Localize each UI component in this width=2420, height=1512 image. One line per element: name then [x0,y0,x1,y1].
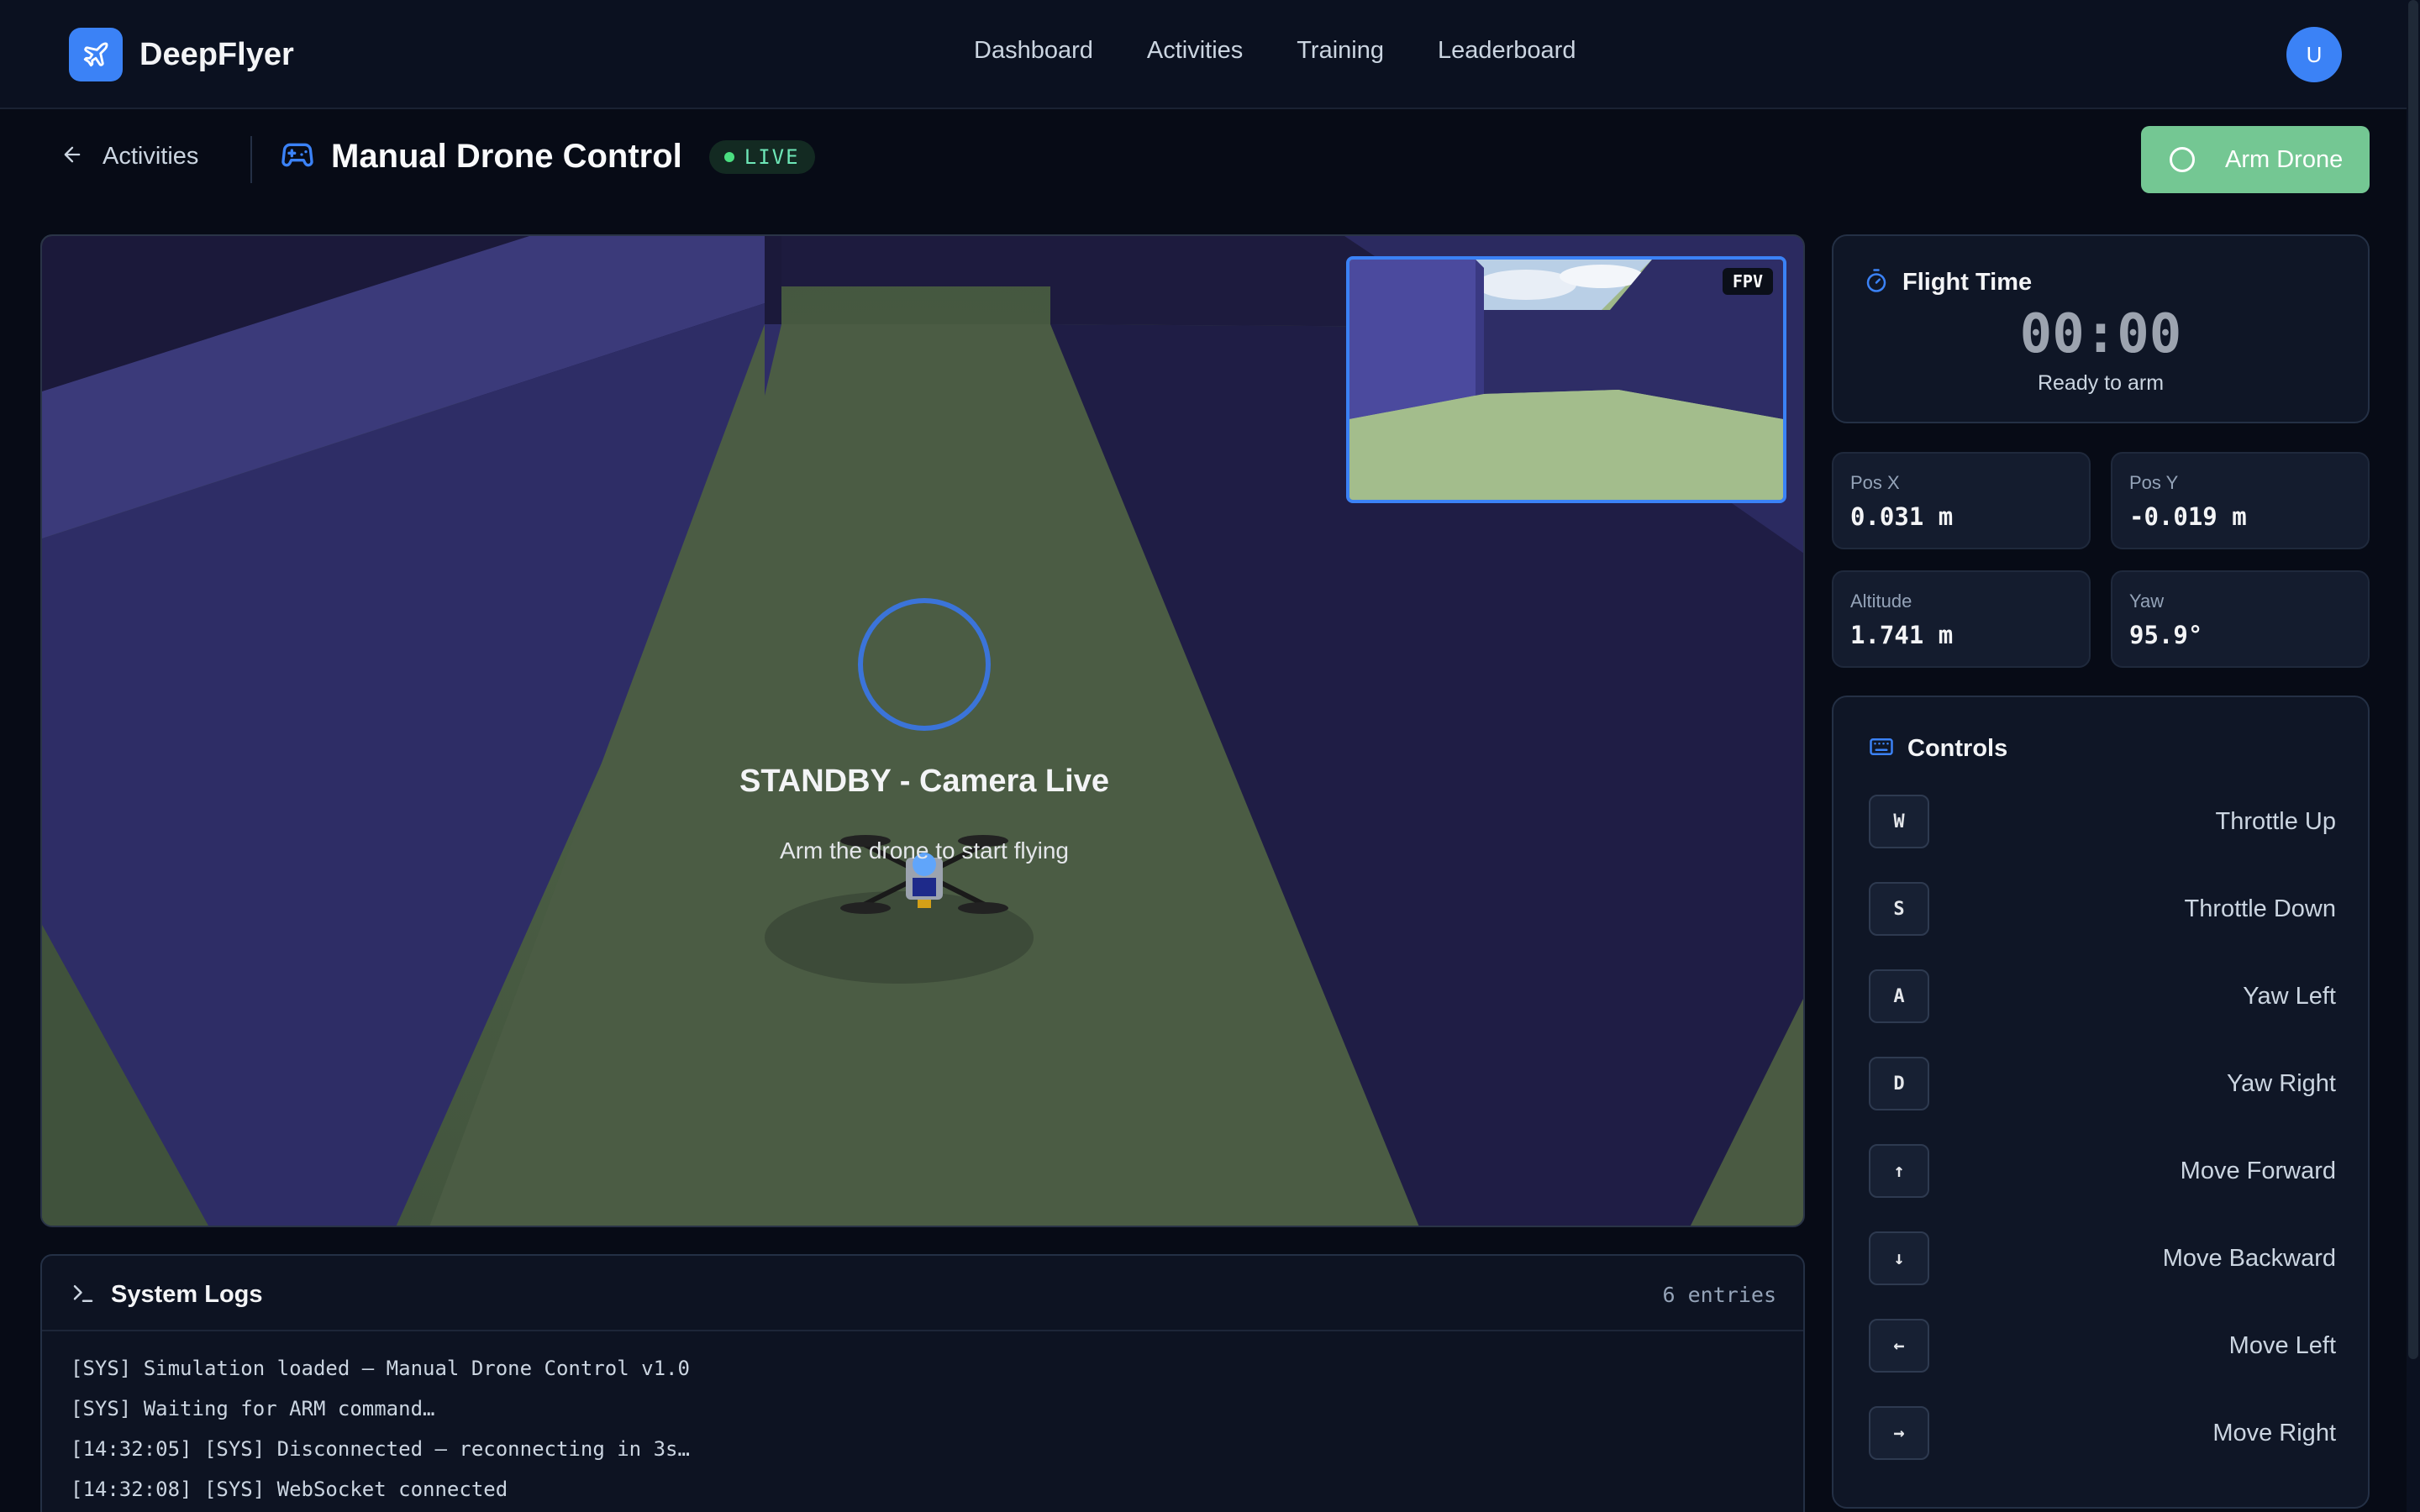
logs-count: 6 entries [1662,1283,1776,1307]
key-arrow-up[interactable]: ↑ [1869,1144,1929,1198]
logs-header: System Logs 6 entries [42,1256,1803,1331]
top-navigation: DeepFlyer Dashboard Activities Training … [0,0,2420,109]
fpv-label: FPV [1722,268,1773,295]
key-d[interactable]: D [1869,1057,1929,1110]
key-arrow-left[interactable]: ← [1869,1319,1929,1373]
yaw-card: Yaw 95.9° [2111,570,2370,668]
controls-card: Controls W Throttle Up S Throttle Down A… [1832,696,2370,1509]
brand[interactable]: DeepFlyer [69,28,294,81]
live-status-badge: LIVE [708,139,815,174]
control-label: Move Forward [2180,1158,2336,1184]
page-title: Manual Drone Control [331,138,682,175]
controls-title: Controls [1907,735,2008,762]
fpv-camera-view[interactable]: FPV [1346,256,1786,503]
altitude-card: Altitude 1.741 m [1832,570,2091,668]
gamepad-icon [281,138,314,176]
user-avatar[interactable]: U [2286,27,2342,82]
log-lines[interactable]: [SYS] Simulation loaded — Manual Drone C… [42,1331,1803,1512]
terminal-icon [71,1281,96,1310]
pos-y-card: Pos Y -0.019 m [2111,452,2370,549]
nav-dashboard[interactable]: Dashboard [974,37,1093,65]
pos-y-label: Pos Y [2129,472,2179,493]
altitude-label: Altitude [1850,591,1912,612]
key-arrow-down[interactable]: ↓ [1869,1231,1929,1285]
arrow-left-icon [60,143,84,171]
control-row-move-forward: ↑ Move Forward [1869,1144,2336,1200]
yaw-value: 95.9° [2129,621,2203,649]
control-row-move-left: ← Move Left [1869,1319,2336,1374]
flight-time-card: Flight Time 00:00 Ready to arm [1832,234,2370,423]
control-row-yaw-right: D Yaw Right [1869,1057,2336,1112]
live-dot-icon [723,151,734,162]
logs-title: System Logs [111,1281,263,1308]
live-label: LIVE [744,144,800,169]
standby-title: STANDBY - Camera Live [739,764,1109,799]
control-label: Yaw Right [2226,1070,2336,1097]
control-row-throttle-down: S Throttle Down [1869,882,2336,937]
page-title-group: Manual Drone Control LIVE [281,138,815,176]
log-line: [SYS] Simulation loaded — Manual Drone C… [71,1357,690,1380]
control-row-throttle-up: W Throttle Up [1869,795,2336,850]
key-s[interactable]: S [1869,882,1929,936]
back-label: Activities [103,143,199,170]
control-label: Throttle Up [2215,808,2336,835]
log-line: [14:32:05] [SYS] Disconnected — reconnec… [71,1437,690,1461]
arm-drone-button[interactable]: Arm Drone [2141,126,2370,193]
control-label: Yaw Left [2243,983,2336,1010]
key-w[interactable]: W [1869,795,1929,848]
nav-training[interactable]: Training [1297,37,1384,65]
control-label: Move Backward [2162,1245,2336,1272]
plane-icon [69,28,123,81]
stopwatch-icon [1864,268,1889,297]
standby-subtitle: Arm the drone to start flying [780,837,1069,864]
main-nav: Dashboard Activities Training Leaderboar… [974,37,1629,65]
control-row-yaw-left: A Yaw Left [1869,969,2336,1025]
keyboard-icon [1869,734,1894,764]
pos-y-value: -0.019 m [2129,502,2247,531]
control-label: Move Left [2228,1332,2336,1359]
log-line: [SYS] Waiting for ARM command… [71,1397,435,1420]
flight-time-title: Flight Time [1902,269,2033,296]
drone-target-ring [858,598,991,731]
system-logs-panel: System Logs 6 entries [SYS] Simulation l… [40,1254,1805,1512]
altitude-value: 1.741 m [1850,621,1954,649]
controls-header: Controls [1869,734,2007,764]
nav-leaderboard[interactable]: Leaderboard [1438,37,1576,65]
flight-status: Ready to arm [2037,371,2165,395]
header-divider [250,136,252,183]
drone-model [840,835,1008,914]
log-line: [14:32:08] [SYS] WebSocket connected [71,1478,508,1501]
arm-drone-label: Arm Drone [2225,145,2344,173]
key-a[interactable]: A [1869,969,1929,1023]
control-label: Throttle Down [2184,895,2336,922]
pos-x-card: Pos X 0.031 m [1832,452,2091,549]
brand-name: DeepFlyer [139,36,294,72]
flight-timer: 00:00 [2019,303,2182,365]
yaw-label: Yaw [2129,591,2165,612]
control-row-move-right: → Move Right [1869,1406,2336,1462]
pos-x-value: 0.031 m [1850,502,1954,531]
fpv-scene [1349,260,1783,500]
nav-activities[interactable]: Activities [1147,37,1243,65]
page-scrollbar-thumb[interactable] [2408,0,2418,1359]
control-row-move-backward: ↓ Move Backward [1869,1231,2336,1287]
circle-icon [2170,147,2195,172]
simulation-viewport[interactable]: FPV STANDBY - Camera Live Arm the drone … [40,234,1805,1227]
flight-time-header: Flight Time [1864,268,2032,297]
key-arrow-right[interactable]: → [1869,1406,1929,1460]
control-label: Move Right [2212,1420,2336,1446]
pos-x-label: Pos X [1850,472,1900,493]
back-to-activities-link[interactable]: Activities [60,143,198,171]
